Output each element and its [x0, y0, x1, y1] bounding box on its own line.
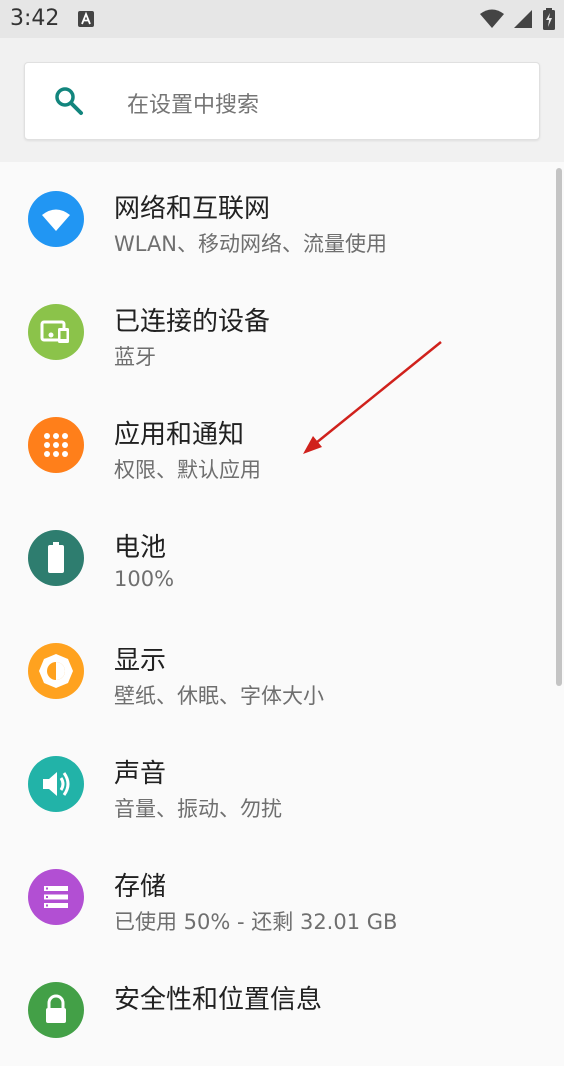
settings-item-sound[interactable]: 声音 音量、振动、勿扰 — [0, 727, 564, 840]
settings-item-title: 存储 — [114, 872, 167, 902]
settings-item-subtitle: 壁纸、休眠、字体大小 — [114, 684, 324, 708]
settings-item-apps-notifications[interactable]: 应用和通知 权限、默认应用 — [0, 388, 564, 501]
notification-a-icon — [78, 11, 94, 27]
settings-item-title: 显示 — [114, 646, 167, 676]
settings-item-subtitle: 权限、默认应用 — [114, 458, 261, 482]
settings-item-subtitle: 100% — [114, 567, 175, 591]
settings-item-connected-devices[interactable]: 已连接的设备 蓝牙 — [0, 275, 564, 388]
settings-item-subtitle: WLAN、移动网络、流量使用 — [114, 232, 388, 256]
battery-charging-icon — [543, 8, 555, 30]
search-area: 在设置中搜索 — [0, 38, 564, 162]
settings-item-subtitle: 音量、振动、勿扰 — [114, 797, 282, 821]
wifi-signal-icon — [479, 9, 504, 28]
settings-item-storage[interactable]: 存储 已使用 50% - 还剩 32.01 GB — [0, 840, 564, 953]
search-input[interactable]: 在设置中搜索 — [24, 62, 540, 140]
settings-item-subtitle: 蓝牙 — [114, 345, 156, 369]
status-bar: 3:42 — [0, 0, 564, 38]
lock-icon — [28, 982, 84, 1038]
search-placeholder: 在设置中搜索 — [127, 93, 260, 118]
settings-list: 网络和互联网 WLAN、移动网络、流量使用 已连接的设备 蓝牙 应用和通知 权限… — [0, 162, 564, 1066]
battery-icon — [28, 530, 84, 586]
apps-icon — [28, 417, 84, 473]
storage-icon — [28, 869, 84, 925]
settings-item-title: 已连接的设备 — [114, 307, 271, 337]
search-icon — [55, 87, 83, 115]
scrollbar[interactable] — [556, 168, 562, 686]
settings-item-title: 应用和通知 — [114, 420, 245, 450]
settings-item-title: 安全性和位置信息 — [114, 985, 323, 1015]
cell-signal-icon — [513, 10, 532, 28]
settings-item-security-location[interactable]: 安全性和位置信息 — [0, 953, 564, 1066]
settings-item-title: 电池 — [114, 533, 167, 563]
brightness-icon — [28, 643, 84, 699]
settings-item-subtitle: 已使用 50% - 还剩 32.01 GB — [114, 910, 398, 934]
devices-icon — [28, 304, 84, 360]
status-time: 3:42 — [10, 6, 60, 31]
volume-icon — [28, 756, 84, 812]
wifi-icon — [28, 191, 84, 247]
settings-item-battery[interactable]: 电池 100% — [0, 501, 564, 614]
settings-item-network[interactable]: 网络和互联网 WLAN、移动网络、流量使用 — [0, 162, 564, 275]
settings-item-title: 网络和互联网 — [114, 194, 271, 224]
settings-item-display[interactable]: 显示 壁纸、休眠、字体大小 — [0, 614, 564, 727]
settings-item-title: 声音 — [114, 759, 167, 789]
